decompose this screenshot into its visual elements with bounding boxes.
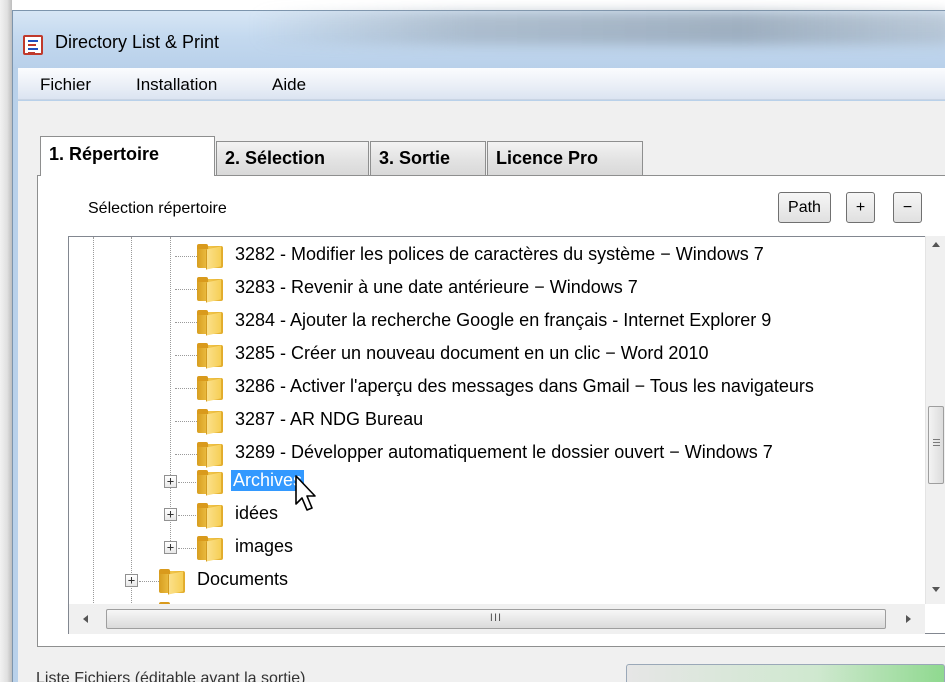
tree-item-images[interactable]: + images xyxy=(69,531,945,564)
folder-icon xyxy=(197,470,223,496)
scroll-right-arrow-icon[interactable] xyxy=(906,615,911,623)
expand-plus-icon[interactable]: + xyxy=(164,475,177,488)
scroll-down-arrow-icon[interactable] xyxy=(932,587,940,592)
expand-button[interactable]: + xyxy=(846,192,875,223)
path-button[interactable]: Path xyxy=(778,192,831,223)
tab-selection[interactable]: 2. Sélection xyxy=(216,141,369,175)
tree-item[interactable]: 3284 - Ajouter la recherche Google en fr… xyxy=(69,305,945,338)
desktop-background xyxy=(0,0,12,682)
window-title: Directory List & Print xyxy=(55,32,220,52)
app-list-icon xyxy=(23,35,43,55)
tree-item[interactable]: 3282 - Modifier les polices de caractère… xyxy=(69,239,945,272)
tab-sortie-label: 3. Sortie xyxy=(379,148,451,168)
tree-item-label: 3287 - AR NDG Bureau xyxy=(235,409,424,429)
file-list-label: Liste Fichiers (éditable avant la sortie… xyxy=(36,670,306,682)
folder-icon xyxy=(197,310,223,336)
tree-item-label: Documents xyxy=(197,569,289,589)
tree-item[interactable]: 3287 - AR NDG Bureau xyxy=(69,404,945,437)
path-button-label: Path xyxy=(788,198,821,216)
menu-fichier[interactable]: Fichier xyxy=(40,75,91,95)
tree-item-label: 3282 - Modifier les polices de caractère… xyxy=(235,244,764,264)
directory-tree[interactable]: 3282 - Modifier les polices de caractère… xyxy=(68,236,945,634)
title-bar-reflection xyxy=(253,11,945,45)
horizontal-scrollbar[interactable]: III xyxy=(69,604,925,634)
tree-item-label: 3284 - Ajouter la recherche Google en fr… xyxy=(235,310,772,330)
scroll-left-arrow-icon[interactable] xyxy=(83,615,88,623)
menu-installation[interactable]: Installation xyxy=(136,75,217,95)
vertical-scrollbar[interactable] xyxy=(925,236,945,604)
menu-aide[interactable]: Aide xyxy=(272,75,306,95)
tree-item-archives[interactable]: + Archives xyxy=(69,465,945,498)
tree-item-label: idées xyxy=(235,503,279,523)
tree-item[interactable]: 3285 - Créer un nouveau document en un c… xyxy=(69,338,945,371)
tree-item-idees[interactable]: + idées xyxy=(69,498,945,531)
tree-item[interactable]: 3286 - Activer l'aperçu des messages dan… xyxy=(69,371,945,404)
tab-selection-label: 2. Sélection xyxy=(225,148,326,168)
collapse-button[interactable]: − xyxy=(893,192,922,223)
tree-item-label: 3286 - Activer l'aperçu des messages dan… xyxy=(235,376,814,396)
tab-sortie[interactable]: 3. Sortie xyxy=(370,141,486,175)
tree-item-label: 3283 - Revenir à une date antérieure − W… xyxy=(235,277,638,297)
tab-licence-pro-label: Licence Pro xyxy=(496,148,599,168)
folder-icon xyxy=(197,343,223,369)
tree-item[interactable]: 3283 - Revenir à une date antérieure − W… xyxy=(69,272,945,305)
scroll-grip-icon: III xyxy=(489,612,503,624)
menu-fichier-label: Fichier xyxy=(40,75,92,94)
expand-plus-icon[interactable]: + xyxy=(164,508,177,521)
folder-icon xyxy=(197,442,223,468)
title-bar[interactable]: Directory List & Print xyxy=(13,11,945,69)
tab-licence-pro[interactable]: Licence Pro xyxy=(487,141,643,175)
folder-icon xyxy=(197,277,223,303)
collapse-button-label: − xyxy=(902,198,913,216)
expand-button-label: + xyxy=(855,198,866,216)
folder-icon xyxy=(159,569,185,595)
folder-icon xyxy=(197,244,223,270)
folder-icon xyxy=(197,503,223,529)
scroll-up-arrow-icon[interactable] xyxy=(932,242,940,247)
folder-icon xyxy=(197,409,223,435)
vertical-scroll-thumb[interactable] xyxy=(928,406,944,484)
progress-panel xyxy=(626,664,945,682)
tree-item-label: 3289 - Développer automatiquement le dos… xyxy=(235,442,773,462)
tree-item-documents[interactable]: + Documents xyxy=(69,564,945,597)
folder-icon xyxy=(197,536,223,562)
tree-item-label: images xyxy=(235,536,294,556)
tree-item-label: 3285 - Créer un nouveau document en un c… xyxy=(235,343,709,363)
menu-aide-label: Aide xyxy=(272,75,307,94)
expand-plus-icon[interactable]: + xyxy=(164,541,177,554)
menu-installation-label: Installation xyxy=(136,75,218,94)
selection-label: Sélection répertoire xyxy=(88,200,227,217)
tab-repertoire[interactable]: 1. Répertoire xyxy=(40,136,215,176)
mouse-cursor-icon xyxy=(295,475,316,511)
folder-icon xyxy=(197,376,223,402)
menu-bar: Fichier Installation Aide xyxy=(18,68,945,100)
horizontal-scroll-thumb[interactable]: III xyxy=(106,609,886,629)
expand-plus-icon[interactable]: + xyxy=(125,574,138,587)
tab-repertoire-label: 1. Répertoire xyxy=(49,144,160,164)
